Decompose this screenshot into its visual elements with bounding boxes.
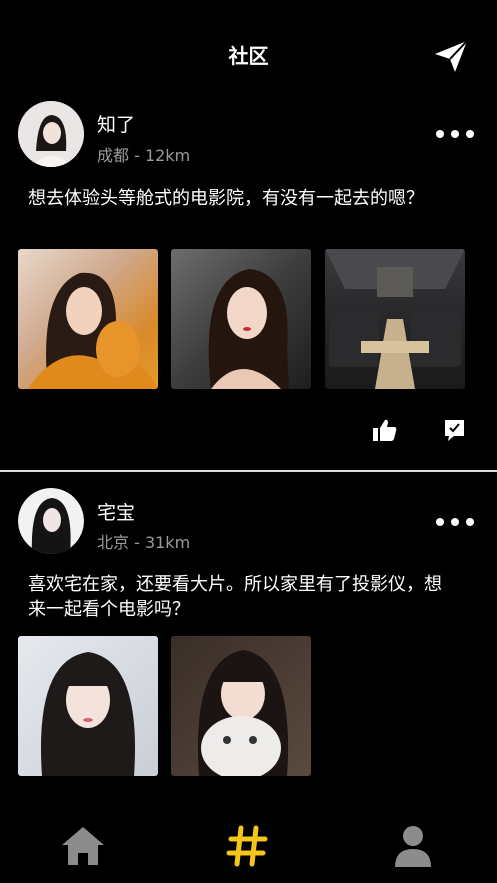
comment-icon[interactable] — [442, 418, 468, 442]
location-distance: 成都 - 12km — [97, 146, 191, 165]
post-card[interactable]: 宅宝 北京 - 31km 喜欢宅在家，还要看大片。所以家里有了投影仪，想来一起看… — [0, 472, 497, 828]
post-text: 想去体验头等舱式的电影院，有没有一起去的嗯？ — [28, 188, 424, 209]
post-photo[interactable] — [325, 249, 465, 389]
home-icon[interactable] — [58, 823, 108, 869]
avatar[interactable] — [18, 488, 84, 554]
profile-icon[interactable] — [388, 823, 438, 869]
hashtag-icon[interactable] — [223, 823, 273, 869]
username[interactable]: 宅宝 — [97, 498, 135, 525]
tab-bar — [0, 805, 497, 883]
post-photo[interactable] — [171, 636, 311, 776]
post-card[interactable]: 知了 成都 - 12km 想去体验头等舱式的电影院，有没有一起去的嗯？ — [0, 0, 497, 470]
post-photo[interactable] — [171, 249, 311, 389]
location-distance: 北京 - 31km — [97, 533, 191, 552]
like-icon[interactable] — [372, 418, 398, 442]
avatar[interactable] — [18, 101, 84, 167]
post-photo[interactable] — [18, 636, 158, 776]
more-icon[interactable] — [436, 128, 476, 140]
post-photo[interactable] — [18, 249, 158, 389]
username[interactable]: 知了 — [97, 110, 135, 137]
post-text: 喜欢宅在家，还要看大片。所以家里有了投影仪，想来一起看个电影吗？ — [28, 574, 442, 620]
more-icon[interactable] — [436, 516, 476, 528]
